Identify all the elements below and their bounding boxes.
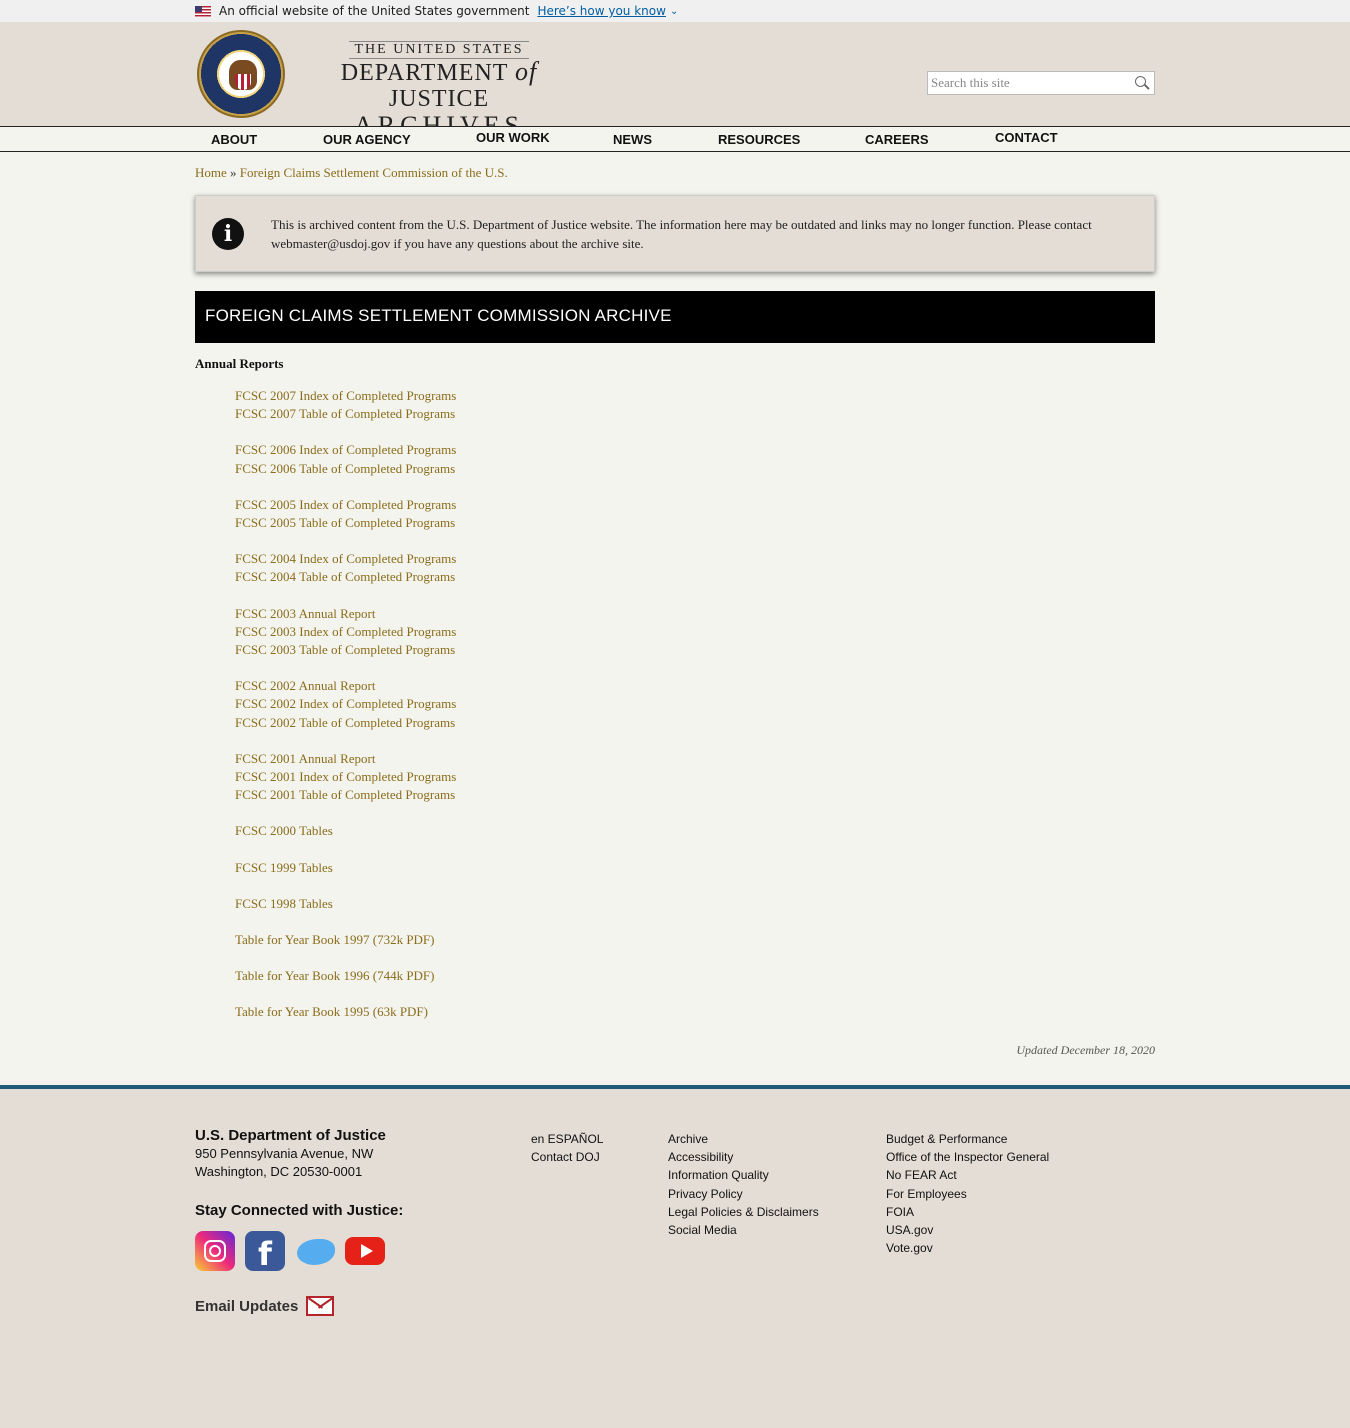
report-link[interactable]: FCSC 2005 Index of Completed Programs xyxy=(235,496,835,514)
gov-banner: An official website of the United States… xyxy=(0,0,1350,22)
report-link[interactable]: FCSC 2003 Index of Completed Programs xyxy=(235,623,835,641)
report-link[interactable]: FCSC 2007 Table of Completed Programs xyxy=(235,405,835,423)
report-group: FCSC 2003 Annual Report FCSC 2003 Index o… xyxy=(235,605,835,660)
report-link[interactable]: FCSC 2000 Tables xyxy=(235,822,835,840)
report-link[interactable]: FCSC 2003 Table of Completed Programs xyxy=(235,641,835,659)
footer-address: U.S. Department of Justice 950 Pennsylva… xyxy=(195,1127,386,1181)
nav-our-work[interactable]: OUR WORK xyxy=(476,130,550,145)
footer-link-inspector-general[interactable]: Office of the Inspector General xyxy=(886,1148,1049,1166)
search-icon[interactable] xyxy=(1130,72,1154,94)
page-title-bar: FOREIGN CLAIMS SETTLEMENT COMMISSION ARC… xyxy=(195,291,1155,343)
report-link[interactable]: FCSC 1998 Tables xyxy=(235,895,835,913)
report-link[interactable]: FCSC 1999 Tables xyxy=(235,859,835,877)
breadcrumb: Home » Foreign Claims Settlement Commiss… xyxy=(195,165,508,181)
report-group: FCSC 1998 Tables xyxy=(235,895,835,913)
how-you-know-link[interactable]: Here’s how you know xyxy=(537,4,666,18)
report-group: FCSC 2007 Index of Completed Programs FCS… xyxy=(235,387,835,423)
youtube-icon[interactable] xyxy=(345,1231,385,1271)
breadcrumb-home[interactable]: Home xyxy=(195,165,227,180)
updated-date: Updated December 18, 2020 xyxy=(1016,1043,1155,1057)
nav-resources[interactable]: RESOURCES xyxy=(718,132,800,147)
report-link[interactable]: FCSC 2005 Table of Completed Programs xyxy=(235,514,835,532)
email-updates-link[interactable]: Email Updates xyxy=(195,1292,336,1320)
breadcrumb-current[interactable]: Foreign Claims Settlement Commission of … xyxy=(240,165,508,180)
report-link[interactable]: FCSC 2001 Table of Completed Programs xyxy=(235,786,835,804)
report-group: FCSC 2004 Index of Completed Programs FCS… xyxy=(235,550,835,586)
footer-link-information-quality[interactable]: Information Quality xyxy=(668,1166,819,1184)
footer-link-privacy-policy[interactable]: Privacy Policy xyxy=(668,1185,819,1203)
report-group: Table for Year Book 1996 (744k PDF) xyxy=(235,967,835,985)
footer-link-contact-doj[interactable]: Contact DOJ xyxy=(531,1148,603,1166)
search-input[interactable] xyxy=(928,72,1130,94)
report-group: FCSC 1999 Tables xyxy=(235,859,835,877)
main-nav: ABOUT OUR AGENCY OUR WORK NEWS RESOURCES… xyxy=(0,126,1350,152)
footer-link-archive[interactable]: Archive xyxy=(668,1130,819,1148)
footer-link-no-fear-act[interactable]: No FEAR Act xyxy=(886,1166,1049,1184)
report-link[interactable]: FCSC 2001 Index of Completed Programs xyxy=(235,768,835,786)
site-search xyxy=(927,71,1155,95)
site-footer: U.S. Department of Justice 950 Pennsylva… xyxy=(0,1085,1350,1428)
footer-link-usa-gov[interactable]: USA.gov xyxy=(886,1221,1049,1239)
stay-connected-heading: Stay Connected with Justice: xyxy=(195,1202,404,1219)
footer-column-2: Archive Accessibility Information Qualit… xyxy=(668,1130,819,1239)
footer-link-social-media[interactable]: Social Media xyxy=(668,1221,819,1239)
instagram-icon[interactable] xyxy=(195,1231,235,1271)
report-group: Table for Year Book 1995 (63k PDF) xyxy=(235,1003,835,1021)
footer-address-line-2: Washington, DC 20530-0001 xyxy=(195,1164,363,1179)
report-group: FCSC 2001 Annual Report FCSC 2001 Index o… xyxy=(235,750,835,805)
report-link[interactable]: FCSC 2002 Annual Report xyxy=(235,677,835,695)
nav-our-agency[interactable]: OUR AGENCY xyxy=(323,132,411,147)
report-link[interactable]: FCSC 2001 Annual Report xyxy=(235,750,835,768)
footer-column-1: en ESPAÑOL Contact DOJ xyxy=(531,1130,603,1166)
twitter-icon[interactable] xyxy=(295,1231,335,1271)
report-link[interactable]: FCSC 2002 Index of Completed Programs xyxy=(235,695,835,713)
report-link[interactable]: FCSC 2003 Annual Report xyxy=(235,605,835,623)
report-group: FCSC 2000 Tables xyxy=(235,822,835,840)
footer-link-for-employees[interactable]: For Employees xyxy=(886,1185,1049,1203)
site-header: THE UNITED STATES DEPARTMENT of JUSTICE … xyxy=(0,22,1350,140)
nav-news[interactable]: NEWS xyxy=(613,132,652,147)
doj-seal-logo[interactable] xyxy=(197,30,285,118)
report-link[interactable]: FCSC 2006 Table of Completed Programs xyxy=(235,460,835,478)
footer-address-line-1: 950 Pennsylvania Avenue, NW xyxy=(195,1146,374,1161)
report-group: Table for Year Book 1997 (732k PDF) xyxy=(235,931,835,949)
info-icon: i xyxy=(212,218,244,250)
gov-banner-text: An official website of the United States… xyxy=(219,4,530,18)
report-link[interactable]: FCSC 2006 Index of Completed Programs xyxy=(235,441,835,459)
chevron-down-icon[interactable]: ⌄ xyxy=(670,6,678,17)
report-group: FCSC 2002 Annual Report FCSC 2002 Index o… xyxy=(235,677,835,732)
archive-notice: i This is archived content from the U.S.… xyxy=(195,195,1155,272)
social-icons: f xyxy=(195,1231,385,1273)
section-heading: Annual Reports xyxy=(195,356,284,371)
footer-link-legal-policies[interactable]: Legal Policies & Disclaimers xyxy=(668,1203,819,1221)
report-link[interactable]: FCSC 2004 Index of Completed Programs xyxy=(235,550,835,568)
email-updates-label: Email Updates xyxy=(195,1297,299,1315)
report-link[interactable]: FCSC 2007 Index of Completed Programs xyxy=(235,387,835,405)
report-group: FCSC 2006 Index of Completed Programs FCS… xyxy=(235,441,835,477)
report-group: FCSC 2005 Index of Completed Programs FCS… xyxy=(235,496,835,532)
page-title: FOREIGN CLAIMS SETTLEMENT COMMISSION ARC… xyxy=(205,306,672,325)
nav-careers[interactable]: CAREERS xyxy=(865,132,929,147)
footer-org-name: U.S. Department of Justice xyxy=(195,1127,386,1144)
nav-contact[interactable]: CONTACT xyxy=(995,130,1058,145)
report-link[interactable]: Table for Year Book 1996 (744k PDF) xyxy=(235,967,835,985)
footer-column-3: Budget & Performance Office of the Inspe… xyxy=(886,1130,1049,1257)
breadcrumb-separator: » xyxy=(230,165,237,180)
footer-link-espanol[interactable]: en ESPAÑOL xyxy=(531,1130,603,1148)
footer-link-vote-gov[interactable]: Vote.gov xyxy=(886,1239,1049,1257)
footer-link-foia[interactable]: FOIA xyxy=(886,1203,1049,1221)
report-links-list: FCSC 2007 Index of Completed Programs FCS… xyxy=(235,387,835,1040)
report-link[interactable]: Table for Year Book 1995 (63k PDF) xyxy=(235,1003,835,1021)
site-wordmark[interactable]: THE UNITED STATES DEPARTMENT of JUSTICE … xyxy=(294,40,584,140)
report-link[interactable]: FCSC 2002 Table of Completed Programs xyxy=(235,714,835,732)
nav-about[interactable]: ABOUT xyxy=(211,132,257,147)
report-link[interactable]: Table for Year Book 1997 (732k PDF) xyxy=(235,931,835,949)
envelope-icon xyxy=(306,1292,336,1320)
footer-link-budget[interactable]: Budget & Performance xyxy=(886,1130,1049,1148)
archive-notice-text: This is archived content from the U.S. D… xyxy=(271,217,1092,251)
us-flag-icon xyxy=(195,5,211,17)
footer-link-accessibility[interactable]: Accessibility xyxy=(668,1148,819,1166)
facebook-icon[interactable]: f xyxy=(245,1231,285,1273)
report-link[interactable]: FCSC 2004 Table of Completed Programs xyxy=(235,568,835,586)
